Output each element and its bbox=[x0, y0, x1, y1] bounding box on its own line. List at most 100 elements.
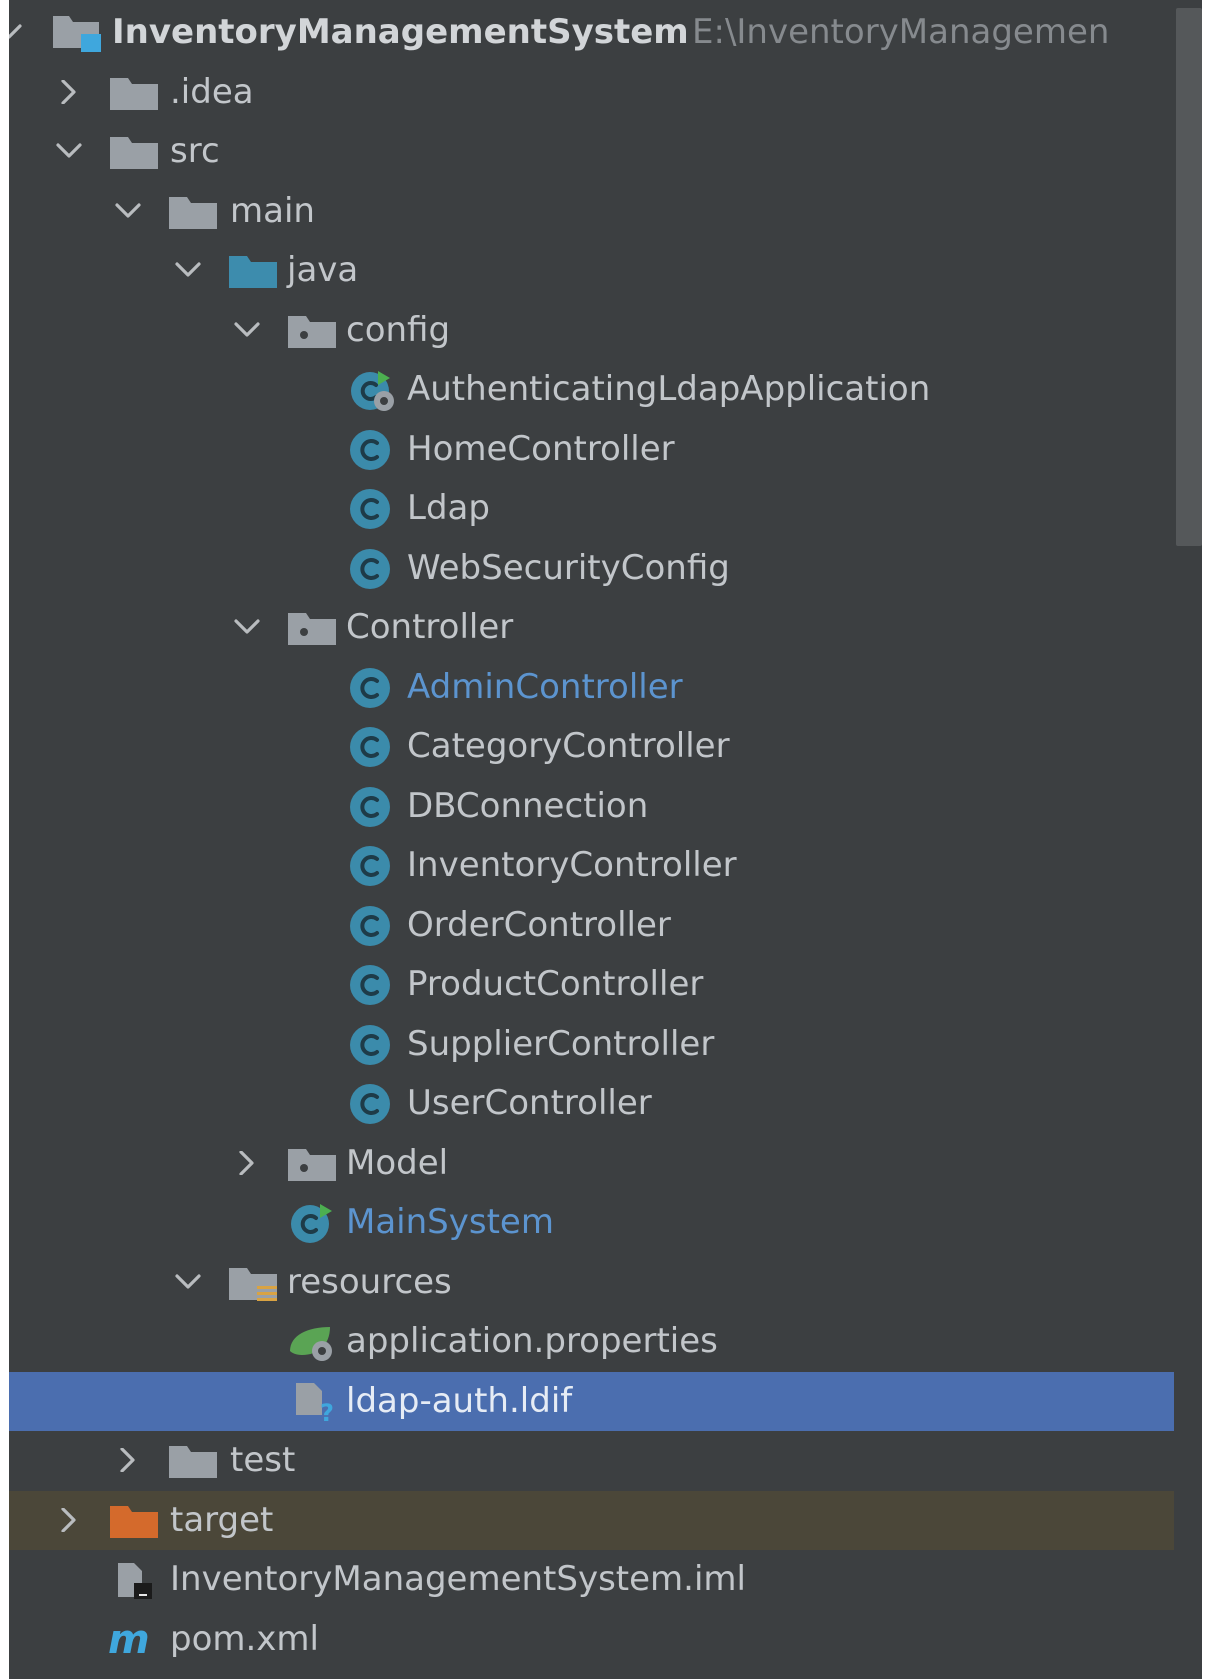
folder-icon bbox=[108, 72, 162, 114]
tree-row-file[interactable]: MainSystem bbox=[9, 1193, 1202, 1253]
tree-row-file[interactable]: application.properties bbox=[9, 1312, 1202, 1372]
tree-row-file[interactable]: ProductController bbox=[9, 955, 1202, 1015]
class-icon bbox=[346, 845, 400, 887]
tree-row-java[interactable]: java bbox=[9, 241, 1202, 301]
class-icon bbox=[346, 905, 400, 947]
tree-label: resources bbox=[287, 1261, 452, 1302]
spring-properties-icon bbox=[286, 1321, 340, 1363]
class-icon bbox=[346, 429, 400, 471]
chevron-down-icon[interactable] bbox=[229, 598, 265, 658]
tree-label: src bbox=[170, 131, 220, 171]
tree-row-controller[interactable]: Controller bbox=[9, 598, 1202, 658]
package-icon bbox=[286, 1143, 340, 1185]
tree-label: application.properties bbox=[346, 1321, 718, 1361]
tree-row-root[interactable]: InventoryManagementSystem E:\InventoryMa… bbox=[9, 3, 1202, 63]
tree-row-file-selected[interactable]: ? ldap-auth.ldif bbox=[9, 1371, 1202, 1431]
tree-row-file[interactable]: Ldap bbox=[9, 479, 1202, 539]
tree-row-config[interactable]: config bbox=[9, 301, 1202, 361]
folder-icon bbox=[108, 131, 162, 173]
class-icon bbox=[346, 786, 400, 828]
tree-row-file[interactable]: UserController bbox=[9, 1074, 1202, 1134]
tree-label: WebSecurityConfig bbox=[407, 547, 730, 588]
tree-label: DBConnection bbox=[407, 785, 649, 826]
chevron-down-icon[interactable] bbox=[110, 182, 146, 242]
tree-label: InventoryManagementSystem bbox=[112, 12, 689, 52]
chevron-down-icon[interactable] bbox=[51, 122, 87, 182]
tree-row-idea[interactable]: .idea bbox=[9, 63, 1202, 123]
maven-icon: m bbox=[108, 1619, 162, 1661]
class-icon bbox=[346, 667, 400, 709]
tree-label: ProductController bbox=[407, 964, 704, 1004]
folder-icon bbox=[167, 191, 221, 233]
chevron-right-icon[interactable] bbox=[110, 1431, 146, 1491]
tree-row-file[interactable]: AuthenticatingLdapApplication bbox=[9, 360, 1202, 420]
tree-label: OrderController bbox=[407, 904, 671, 945]
package-icon bbox=[286, 607, 340, 649]
class-icon bbox=[346, 964, 400, 1006]
tree-label: CategoryController bbox=[407, 726, 730, 766]
tree-row-src[interactable]: src bbox=[9, 122, 1202, 182]
svg-text:m: m bbox=[108, 1619, 150, 1661]
module-path: E:\InventoryManagemen bbox=[692, 12, 1110, 52]
excluded-folder-icon bbox=[108, 1500, 162, 1542]
tree-label: HomeController bbox=[407, 428, 675, 469]
spring-boot-class-icon bbox=[346, 369, 400, 411]
module-folder-icon bbox=[51, 12, 105, 54]
tree-label: AdminController bbox=[407, 666, 683, 707]
tree-row-test[interactable]: test bbox=[9, 1431, 1202, 1491]
class-icon bbox=[346, 726, 400, 768]
tree-label: SupplierController bbox=[407, 1023, 715, 1064]
tree-label: main bbox=[230, 190, 315, 231]
tree-row-file[interactable]: m pom.xml bbox=[9, 1610, 1202, 1670]
tree-label: InventoryManagementSystem.iml bbox=[170, 1559, 746, 1599]
svg-text:?: ? bbox=[320, 1399, 334, 1423]
tree-row-file[interactable]: InventoryManagementSystem.iml bbox=[9, 1550, 1202, 1610]
tree-label: test bbox=[230, 1440, 296, 1480]
tree-row-file[interactable]: InventoryController bbox=[9, 836, 1202, 896]
tree-label: InventoryController bbox=[407, 845, 737, 885]
tree-row-target[interactable]: target bbox=[9, 1490, 1202, 1551]
tree-label: Controller bbox=[346, 607, 514, 647]
chevron-down-icon[interactable] bbox=[229, 301, 265, 361]
tree-row-model[interactable]: Model bbox=[9, 1134, 1202, 1194]
tree-label: Model bbox=[346, 1142, 449, 1183]
project-tree-panel: InventoryManagementSystem E:\InventoryMa… bbox=[9, 0, 1202, 1679]
tree-label: MainSystem bbox=[346, 1202, 554, 1242]
vertical-scrollbar[interactable] bbox=[1174, 0, 1202, 1679]
tree-label: config bbox=[346, 309, 451, 350]
chevron-right-icon[interactable] bbox=[51, 63, 87, 123]
chevron-down-icon[interactable] bbox=[9, 3, 27, 63]
tree-row-file[interactable]: SupplierController bbox=[9, 1015, 1202, 1075]
class-icon bbox=[346, 548, 400, 590]
tree-row-file[interactable]: WebSecurityConfig bbox=[9, 539, 1202, 599]
tree-label: pom.xml bbox=[170, 1618, 319, 1659]
tree-row-file[interactable]: HomeController bbox=[9, 420, 1202, 480]
class-icon bbox=[346, 488, 400, 530]
tree-label: Ldap bbox=[407, 488, 490, 528]
unknown-file-icon: ? bbox=[290, 1381, 344, 1423]
class-icon bbox=[346, 1083, 400, 1125]
project-tree: InventoryManagementSystem E:\InventoryMa… bbox=[9, 3, 1202, 1669]
tree-label: ldap-auth.ldif bbox=[346, 1380, 573, 1421]
tree-row-main[interactable]: main bbox=[9, 182, 1202, 242]
resources-folder-icon bbox=[227, 1262, 281, 1304]
folder-icon bbox=[167, 1440, 221, 1482]
tree-label: AuthenticatingLdapApplication bbox=[407, 369, 931, 409]
tree-label: .idea bbox=[170, 71, 254, 112]
tree-row-file[interactable]: DBConnection bbox=[9, 777, 1202, 837]
tree-label: java bbox=[287, 250, 359, 290]
chevron-down-icon[interactable] bbox=[170, 241, 206, 301]
chevron-right-icon[interactable] bbox=[229, 1134, 265, 1194]
tree-row-file[interactable]: AdminController bbox=[9, 658, 1202, 718]
runnable-class-icon bbox=[286, 1202, 340, 1244]
tree-row-file[interactable]: CategoryController bbox=[9, 717, 1202, 777]
tree-label: target bbox=[170, 1499, 274, 1540]
chevron-down-icon[interactable] bbox=[170, 1253, 206, 1313]
source-folder-icon bbox=[227, 250, 281, 292]
tree-row-resources[interactable]: resources bbox=[9, 1253, 1202, 1313]
tree-row-file[interactable]: OrderController bbox=[9, 896, 1202, 956]
scrollbar-thumb[interactable] bbox=[1176, 8, 1202, 546]
chevron-right-icon[interactable] bbox=[51, 1491, 87, 1551]
iml-file-icon bbox=[114, 1559, 168, 1601]
class-icon bbox=[346, 1024, 400, 1066]
